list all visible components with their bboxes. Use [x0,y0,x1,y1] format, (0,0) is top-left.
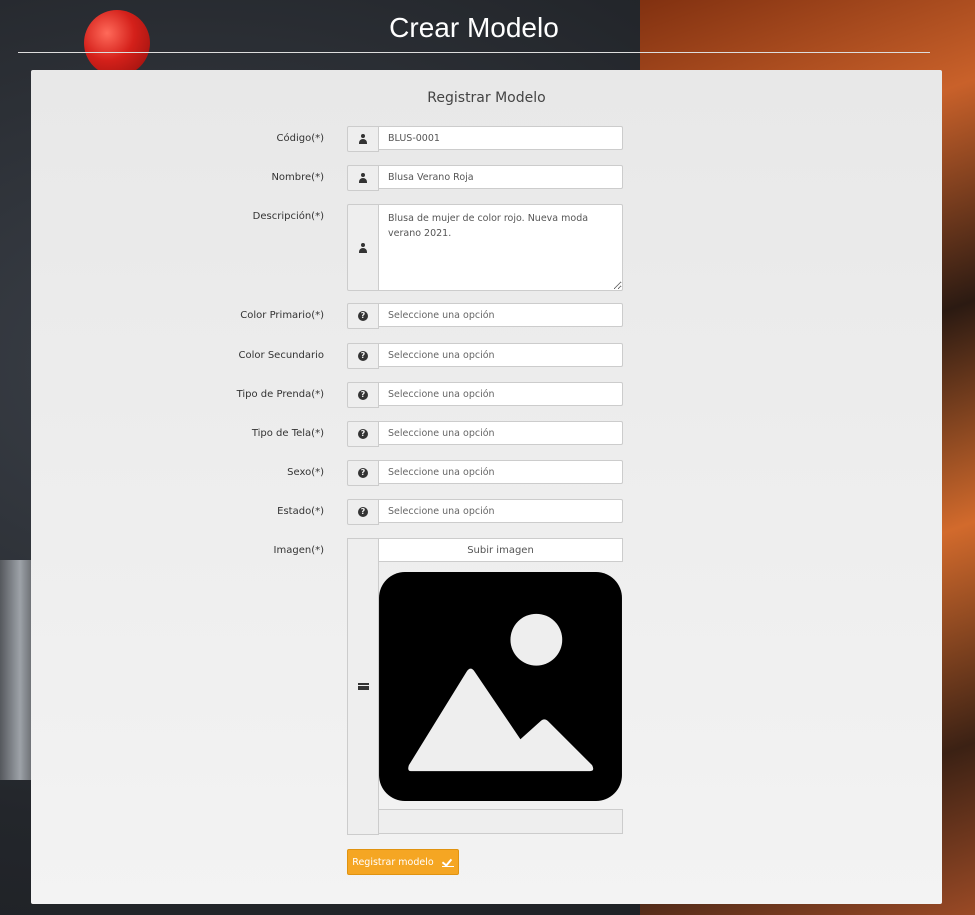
image-placeholder-icon [379,572,622,801]
codigo-label: Código(*) [276,133,325,144]
question-circle-icon: ? [358,429,368,439]
nombre-addon [347,165,379,191]
descripcion-label: Descripción(*) [252,211,324,222]
sexo-label: Sexo(*) [287,467,324,478]
register-model-label: Registrar modelo [352,856,434,868]
check-icon [441,857,454,867]
color-primario-label: Color Primario(*) [240,310,324,321]
codigo-addon [347,126,379,152]
question-circle-icon: ? [358,507,368,517]
imagen-label: Imagen(*) [273,545,324,556]
nombre-input[interactable]: Blusa Verano Roja [378,165,623,189]
estado-select[interactable]: Seleccione una opción [378,499,623,523]
estado-addon: ? [347,499,379,525]
question-circle-icon: ? [358,390,368,400]
page-title: Crear Modelo [389,12,559,43]
tipo-tela-label: Tipo de Tela(*) [251,428,324,439]
estado-label: Estado(*) [277,506,324,517]
form-panel: Registrar Modelo Código(*) BLUS-0001 Nom… [31,70,942,904]
color-secundario-label: Color Secundario [238,350,324,361]
descripcion-addon [347,204,379,291]
header-divider [18,52,930,53]
tipo-tela-addon: ? [347,421,379,447]
color-secundario-select[interactable]: Seleccione una opción [378,343,623,367]
user-icon [358,134,368,144]
register-model-button[interactable]: Registrar modelo [347,849,459,875]
color-primario-addon: ? [347,303,379,329]
descripcion-textarea[interactable] [378,204,623,291]
user-icon [358,242,368,253]
page-header: Crear Modelo [0,0,975,60]
question-circle-icon: ? [358,468,368,478]
imagen-addon [347,538,379,835]
nombre-label: Nombre(*) [271,172,324,183]
tipo-tela-select[interactable]: Seleccione una opción [378,421,623,445]
tipo-prenda-label: Tipo de Prenda(*) [236,389,324,400]
panel-title: Registrar Modelo [427,90,546,106]
question-circle-icon: ? [358,351,368,361]
question-circle-icon: ? [358,311,368,321]
image-input-group: Subir imagen [347,538,623,835]
file-name-field [378,809,623,834]
credit-card-icon [357,683,369,690]
codigo-input[interactable]: BLUS-0001 [378,126,623,150]
tipo-prenda-select[interactable]: Seleccione una opción [378,382,623,406]
color-secundario-addon: ? [347,343,379,369]
color-primario-select[interactable]: Seleccione una opción [378,303,623,327]
sexo-select[interactable]: Seleccione una opción [378,460,623,484]
sexo-addon: ? [347,460,379,486]
user-icon [358,173,368,183]
tipo-prenda-addon: ? [347,382,379,408]
upload-image-button[interactable]: Subir imagen [378,538,623,562]
